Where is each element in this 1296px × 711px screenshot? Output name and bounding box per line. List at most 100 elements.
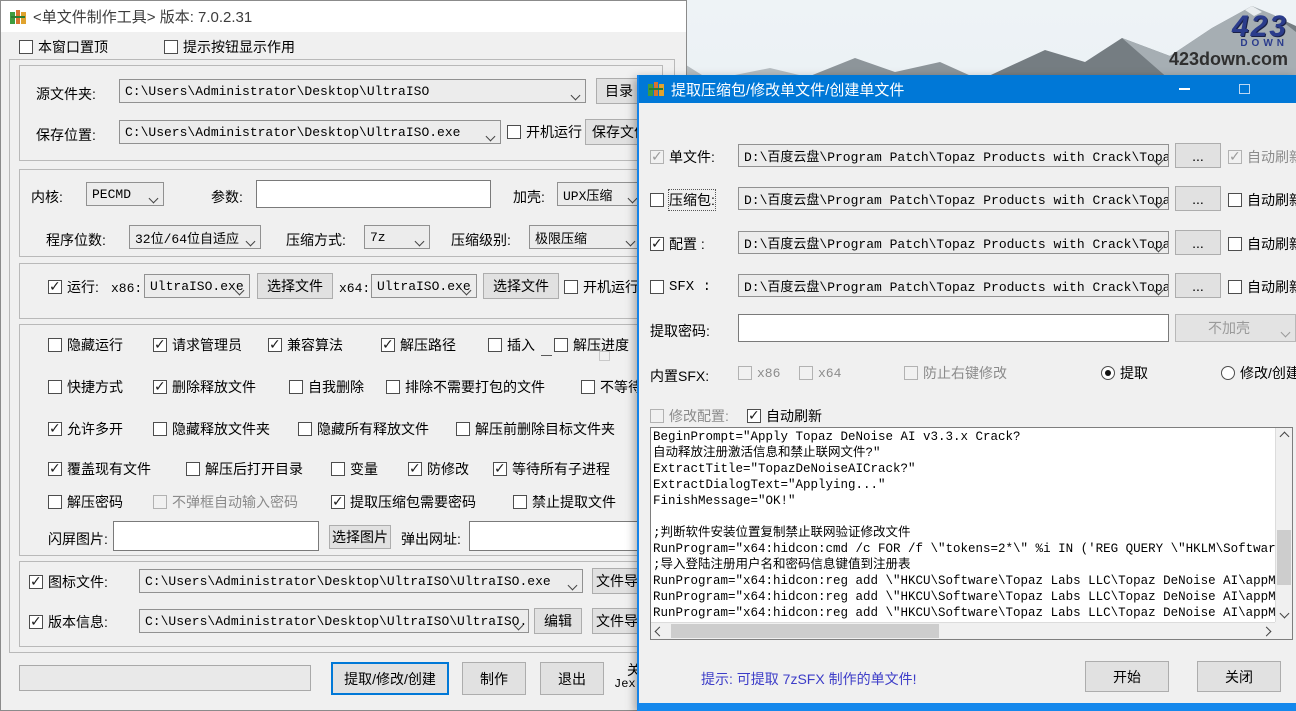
make-button[interactable]: 制作 bbox=[462, 662, 526, 695]
archive-combo[interactable]: D:\百度云盘\Program Patch\Topaz Products wit… bbox=[738, 187, 1169, 210]
scroll-right-button[interactable] bbox=[1258, 623, 1275, 640]
close-dialog-button[interactable]: 关闭 bbox=[1197, 661, 1281, 692]
option-autorun-run[interactable]: 开机运行 bbox=[564, 278, 639, 296]
row-label: 单文件: bbox=[669, 147, 715, 167]
option-shortcut[interactable]: 快捷方式 bbox=[48, 378, 123, 396]
option-run[interactable]: 运行: bbox=[48, 278, 99, 296]
option-insert[interactable]: 插入 bbox=[488, 336, 535, 354]
option-request-admin[interactable]: 请求管理员 bbox=[153, 336, 242, 354]
vertical-scrollbar[interactable] bbox=[1275, 428, 1292, 622]
radio-modify-create[interactable]: 修改/创建 bbox=[1221, 364, 1296, 382]
config-textarea[interactable]: BeginPrompt="Apply Topaz DeNoise AI v3.3… bbox=[650, 427, 1293, 640]
option-extract-password[interactable]: 解压密码 bbox=[48, 493, 123, 511]
choose-image-button[interactable]: 选择图片 bbox=[329, 525, 391, 549]
auto-refresh-archive[interactable]: 自动刷新 bbox=[1228, 191, 1296, 209]
horizontal-scrollbar[interactable] bbox=[651, 622, 1275, 639]
option-exclude-files[interactable]: 排除不需要打包的文件 bbox=[386, 378, 545, 396]
option-hide-all-extracted[interactable]: 隐藏所有释放文件 bbox=[298, 420, 429, 438]
file-row-config-checkbox[interactable]: 配置 : bbox=[650, 235, 705, 253]
splash-image-input[interactable] bbox=[113, 521, 319, 551]
icon-file-combo[interactable]: C:\Users\Administrator\Desktop\UltraISO\… bbox=[139, 569, 583, 593]
shell-combo[interactable]: UPX压缩 bbox=[557, 182, 643, 206]
browse-single-button[interactable]: ... bbox=[1175, 143, 1221, 168]
option-no-wait[interactable]: 不等待 bbox=[581, 378, 642, 396]
start-button[interactable]: 开始 bbox=[1085, 661, 1169, 692]
auto-refresh-config[interactable]: 自动刷新 bbox=[1228, 235, 1296, 253]
level-label: 压缩级别: bbox=[451, 230, 511, 250]
browse-config-button[interactable]: ... bbox=[1175, 230, 1221, 255]
maximize-button[interactable] bbox=[1227, 75, 1261, 103]
checkbox-icon bbox=[186, 462, 200, 476]
scrollbar-thumb[interactable] bbox=[1277, 530, 1291, 585]
kernel-combo[interactable]: PECMD bbox=[86, 182, 164, 206]
scroll-left-button[interactable] bbox=[651, 623, 668, 640]
option-hide-extract-folder[interactable]: 隐藏释放文件夹 bbox=[153, 420, 270, 438]
option-delete-extracted[interactable]: 删除释放文件 bbox=[153, 378, 256, 396]
browse-archive-button[interactable]: ... bbox=[1175, 186, 1221, 211]
option-autorun-save[interactable]: 开机运行 bbox=[507, 123, 582, 141]
checkbox-icon bbox=[650, 150, 664, 164]
browse-sfx-button[interactable]: ... bbox=[1175, 273, 1221, 298]
source-folder-combo[interactable]: C:\Users\Administrator\Desktop\UltraISO bbox=[119, 79, 586, 103]
choose-x86-file-button[interactable]: 选择文件 bbox=[257, 273, 333, 299]
chevron-down-icon bbox=[1155, 238, 1162, 254]
option-archive-need-password[interactable]: 提取压缩包需要密码 bbox=[331, 493, 476, 511]
option-icon-file[interactable]: 图标文件: bbox=[29, 573, 108, 591]
option-hide-run[interactable]: 隐藏运行 bbox=[48, 336, 123, 354]
option-auto-refresh-config[interactable]: 自动刷新 bbox=[747, 407, 822, 425]
scroll-down-button[interactable] bbox=[1276, 605, 1293, 622]
scrollbar-thumb[interactable] bbox=[671, 624, 939, 638]
option-version-info[interactable]: 版本信息: bbox=[29, 613, 108, 631]
run-x86-combo[interactable]: UltraISO.exe bbox=[144, 274, 250, 298]
option-self-delete[interactable]: 自我删除 bbox=[289, 378, 364, 396]
button-label: ... bbox=[1192, 148, 1204, 164]
exit-button[interactable]: 退出 bbox=[540, 662, 604, 695]
version-info-combo[interactable]: C:\Users\Administrator\Desktop\UltraISO\… bbox=[139, 609, 529, 633]
method-combo[interactable]: 7z bbox=[364, 225, 430, 249]
sfx-combo[interactable]: D:\百度云盘\Program Patch\Topaz Products wit… bbox=[738, 274, 1169, 297]
combo-value: 32位/64位自适应 bbox=[135, 228, 239, 247]
scroll-up-button[interactable] bbox=[1276, 428, 1293, 445]
button-label: ... bbox=[1192, 191, 1204, 207]
builtin-sfx-label: 内置SFX: bbox=[650, 366, 709, 386]
option-variable[interactable]: 变量 bbox=[331, 460, 378, 478]
choose-x64-file-button[interactable]: 选择文件 bbox=[483, 273, 559, 299]
chevron-down-icon bbox=[1155, 151, 1162, 167]
option-overwrite-existing[interactable]: 覆盖现有文件 bbox=[48, 460, 151, 478]
level-combo[interactable]: 极限压缩 bbox=[529, 225, 641, 249]
option-label: 图标文件: bbox=[48, 572, 108, 592]
x64-label: x64: bbox=[339, 281, 370, 296]
minimize-button[interactable] bbox=[1167, 75, 1201, 103]
option-allow-multi[interactable]: 允许多开 bbox=[48, 420, 123, 438]
popup-url-input[interactable] bbox=[469, 521, 641, 551]
button-label: 编辑 bbox=[544, 611, 572, 631]
button-label: 提取/修改/创建 bbox=[344, 669, 436, 689]
extract-modify-create-button[interactable]: 提取/修改/创建 bbox=[331, 662, 449, 695]
directory-button[interactable]: 目录 bbox=[596, 78, 642, 104]
option-open-dir-after[interactable]: 解压后打开目录 bbox=[186, 460, 303, 478]
option-extract-path[interactable]: 解压路径 bbox=[381, 336, 456, 354]
run-x64-combo[interactable]: UltraISO.exe bbox=[371, 274, 477, 298]
option-wait-child-processes[interactable]: 等待所有子进程 bbox=[493, 460, 610, 478]
extract-password-input[interactable] bbox=[738, 314, 1169, 342]
single-file-combo[interactable]: D:\百度云盘\Program Patch\Topaz Products wit… bbox=[738, 144, 1169, 167]
edit-button[interactable]: 编辑 bbox=[534, 608, 582, 634]
auto-refresh-sfx[interactable]: 自动刷新 bbox=[1228, 278, 1296, 296]
params-input[interactable] bbox=[256, 180, 491, 208]
minimize-icon bbox=[1179, 88, 1190, 90]
file-row-sfx-checkbox[interactable]: SFX : bbox=[650, 278, 711, 296]
option-window-topmost[interactable]: 本窗口置顶 bbox=[19, 38, 108, 56]
bits-combo[interactable]: 32位/64位自适应 bbox=[129, 225, 261, 249]
file-row-archive-checkbox[interactable]: 压缩包: bbox=[650, 191, 715, 209]
option-anti-modify[interactable]: 防修改 bbox=[408, 460, 469, 478]
option-delete-target-before[interactable]: 解压前删除目标文件夹 bbox=[456, 420, 615, 438]
params-label: 参数: bbox=[211, 187, 243, 207]
config-combo[interactable]: D:\百度云盘\Program Patch\Topaz Products wit… bbox=[738, 231, 1169, 254]
option-forbid-extract[interactable]: 禁止提取文件 bbox=[513, 493, 616, 511]
chevron-down-icon bbox=[569, 576, 576, 592]
option-compat-algo[interactable]: 兼容算法 bbox=[268, 336, 343, 354]
option-extract-progress[interactable]: 解压进度 bbox=[554, 336, 629, 354]
radio-extract[interactable]: 提取 bbox=[1101, 364, 1148, 382]
option-button-hints[interactable]: 提示按钮显示作用 bbox=[164, 38, 295, 56]
save-location-combo[interactable]: C:\Users\Administrator\Desktop\UltraISO.… bbox=[119, 120, 501, 144]
